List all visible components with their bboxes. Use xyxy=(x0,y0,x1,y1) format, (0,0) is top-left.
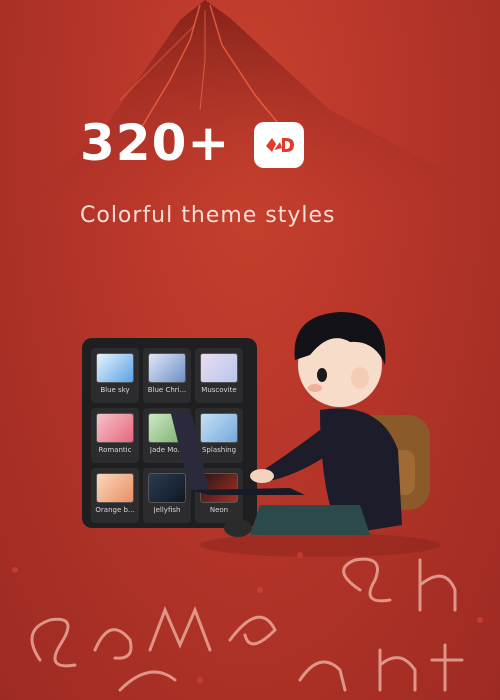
theme-thumbnail xyxy=(96,473,134,503)
neon-stroke xyxy=(118,670,177,692)
theme-tile-romantic[interactable]: Romantic xyxy=(91,408,139,463)
theme-thumbnail xyxy=(96,353,134,383)
ear xyxy=(351,367,369,389)
headline-count: 320+ xyxy=(80,114,231,172)
neon-stroke xyxy=(298,660,347,692)
volcano-illustration xyxy=(0,0,500,230)
hand xyxy=(250,469,274,483)
theme-label: Orange b... xyxy=(95,506,135,514)
neon-stroke xyxy=(228,615,277,646)
neon-stroke xyxy=(30,617,77,668)
neon-stroke xyxy=(342,557,392,603)
boy-with-laptop-illustration xyxy=(170,312,440,557)
app-logo-icon xyxy=(254,122,304,168)
neon-stroke xyxy=(430,643,464,692)
neon-stroke xyxy=(418,558,457,612)
subtitle: Colorful theme styles xyxy=(80,203,336,228)
neon-stroke xyxy=(93,628,133,660)
theme-thumbnail xyxy=(96,413,134,443)
neon-stroke xyxy=(148,605,212,652)
theme-tile-blue-sky[interactable]: Blue sky xyxy=(91,348,139,403)
theme-label: Romantic xyxy=(98,446,132,454)
theme-label: Blue sky xyxy=(100,386,130,394)
eye xyxy=(317,368,327,382)
logo-glyph-icon xyxy=(266,138,294,152)
laptop-screen xyxy=(170,410,210,495)
theme-tile-orange[interactable]: Orange b... xyxy=(91,468,139,523)
neon-stroke xyxy=(378,648,417,692)
neon-sign-decoration xyxy=(12,552,483,692)
cheek xyxy=(308,384,322,392)
